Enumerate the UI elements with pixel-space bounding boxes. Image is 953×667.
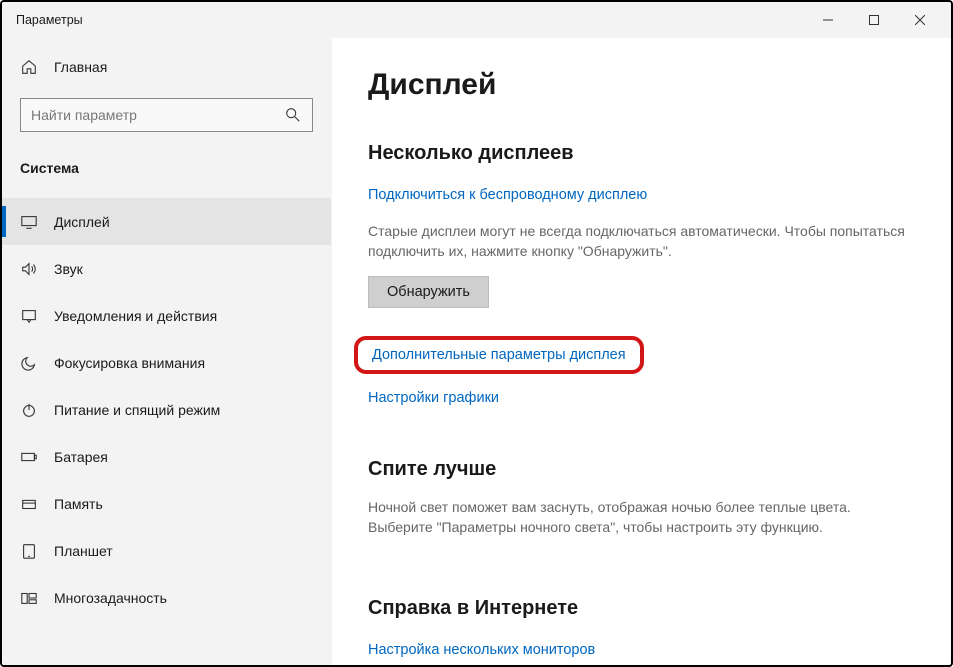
search-icon xyxy=(284,106,302,124)
help-multimonitor-link[interactable]: Настройка нескольких мониторов xyxy=(368,642,595,658)
home-label: Главная xyxy=(54,59,107,75)
old-displays-text: Старые дисплеи могут не всегда подключат… xyxy=(368,221,915,262)
sidebar-item-label: Питание и спящий режим xyxy=(54,402,220,418)
search-input[interactable]: Найти параметр xyxy=(20,98,313,132)
power-icon xyxy=(20,401,38,419)
sidebar-item-focus[interactable]: Фокусировка внимания xyxy=(2,339,331,386)
sidebar-item-tablet[interactable]: Планшет xyxy=(2,527,331,574)
sidebar-item-multitask[interactable]: Многозадачность xyxy=(2,574,331,621)
sidebar-item-label: Память xyxy=(54,496,103,512)
focus-icon xyxy=(20,354,38,372)
tablet-icon xyxy=(20,542,38,560)
window-title: Параметры xyxy=(16,13,83,27)
sidebar-item-battery[interactable]: Батарея xyxy=(2,433,331,480)
sidebar-item-sound[interactable]: Звук xyxy=(2,245,331,292)
window-controls xyxy=(805,4,943,36)
home-icon xyxy=(20,58,38,76)
sidebar-item-notifications[interactable]: Уведомления и действия xyxy=(2,292,331,339)
sleep-better-text: Ночной свет поможет вам заснуть, отображ… xyxy=(368,497,915,538)
sidebar-item-power[interactable]: Питание и спящий режим xyxy=(2,386,331,433)
home-button[interactable]: Главная xyxy=(2,48,331,86)
sidebar-item-label: Звук xyxy=(54,261,83,277)
titlebar: Параметры xyxy=(2,2,951,38)
detect-button[interactable]: Обнаружить xyxy=(368,276,489,308)
search-wrap: Найти параметр xyxy=(2,98,331,150)
advanced-display-link[interactable]: Дополнительные параметры дисплея xyxy=(372,347,626,363)
display-icon xyxy=(20,213,38,231)
section-help-title: Справка в Интернете xyxy=(368,597,915,620)
connect-wireless-link[interactable]: Подключиться к беспроводному дисплею xyxy=(368,187,647,203)
minimize-button[interactable] xyxy=(805,4,851,36)
sidebar-item-label: Планшет xyxy=(54,543,113,559)
sidebar-item-label: Фокусировка внимания xyxy=(54,355,205,371)
highlight-box: Дополнительные параметры дисплея xyxy=(354,336,644,374)
sidebar-item-label: Дисплей xyxy=(54,214,110,230)
search-placeholder: Найти параметр xyxy=(31,107,137,123)
section-sleep-title: Спите лучше xyxy=(368,458,915,481)
main-content: Дисплей Несколько дисплеев Подключиться … xyxy=(332,38,951,665)
sound-icon xyxy=(20,260,38,278)
multitask-icon xyxy=(20,589,38,607)
settings-window: Параметры Главная Найти параметр xyxy=(0,0,953,667)
notifications-icon xyxy=(20,307,38,325)
sidebar-item-storage[interactable]: Память xyxy=(2,480,331,527)
sidebar-item-display[interactable]: Дисплей xyxy=(2,198,331,245)
window-body: Главная Найти параметр Система Дисплей xyxy=(2,38,951,665)
close-button[interactable] xyxy=(897,4,943,36)
storage-icon xyxy=(20,495,38,513)
sidebar-category: Система xyxy=(2,150,331,198)
sidebar-item-label: Многозадачность xyxy=(54,590,167,606)
battery-icon xyxy=(20,448,38,466)
graphics-settings-link[interactable]: Настройки графики xyxy=(368,390,499,406)
sidebar-item-label: Уведомления и действия xyxy=(54,308,217,324)
section-multidisplay-title: Несколько дисплеев xyxy=(368,142,915,165)
sidebar: Главная Найти параметр Система Дисплей xyxy=(2,38,332,665)
page-title: Дисплей xyxy=(368,68,915,102)
maximize-button[interactable] xyxy=(851,4,897,36)
sidebar-item-label: Батарея xyxy=(54,449,108,465)
